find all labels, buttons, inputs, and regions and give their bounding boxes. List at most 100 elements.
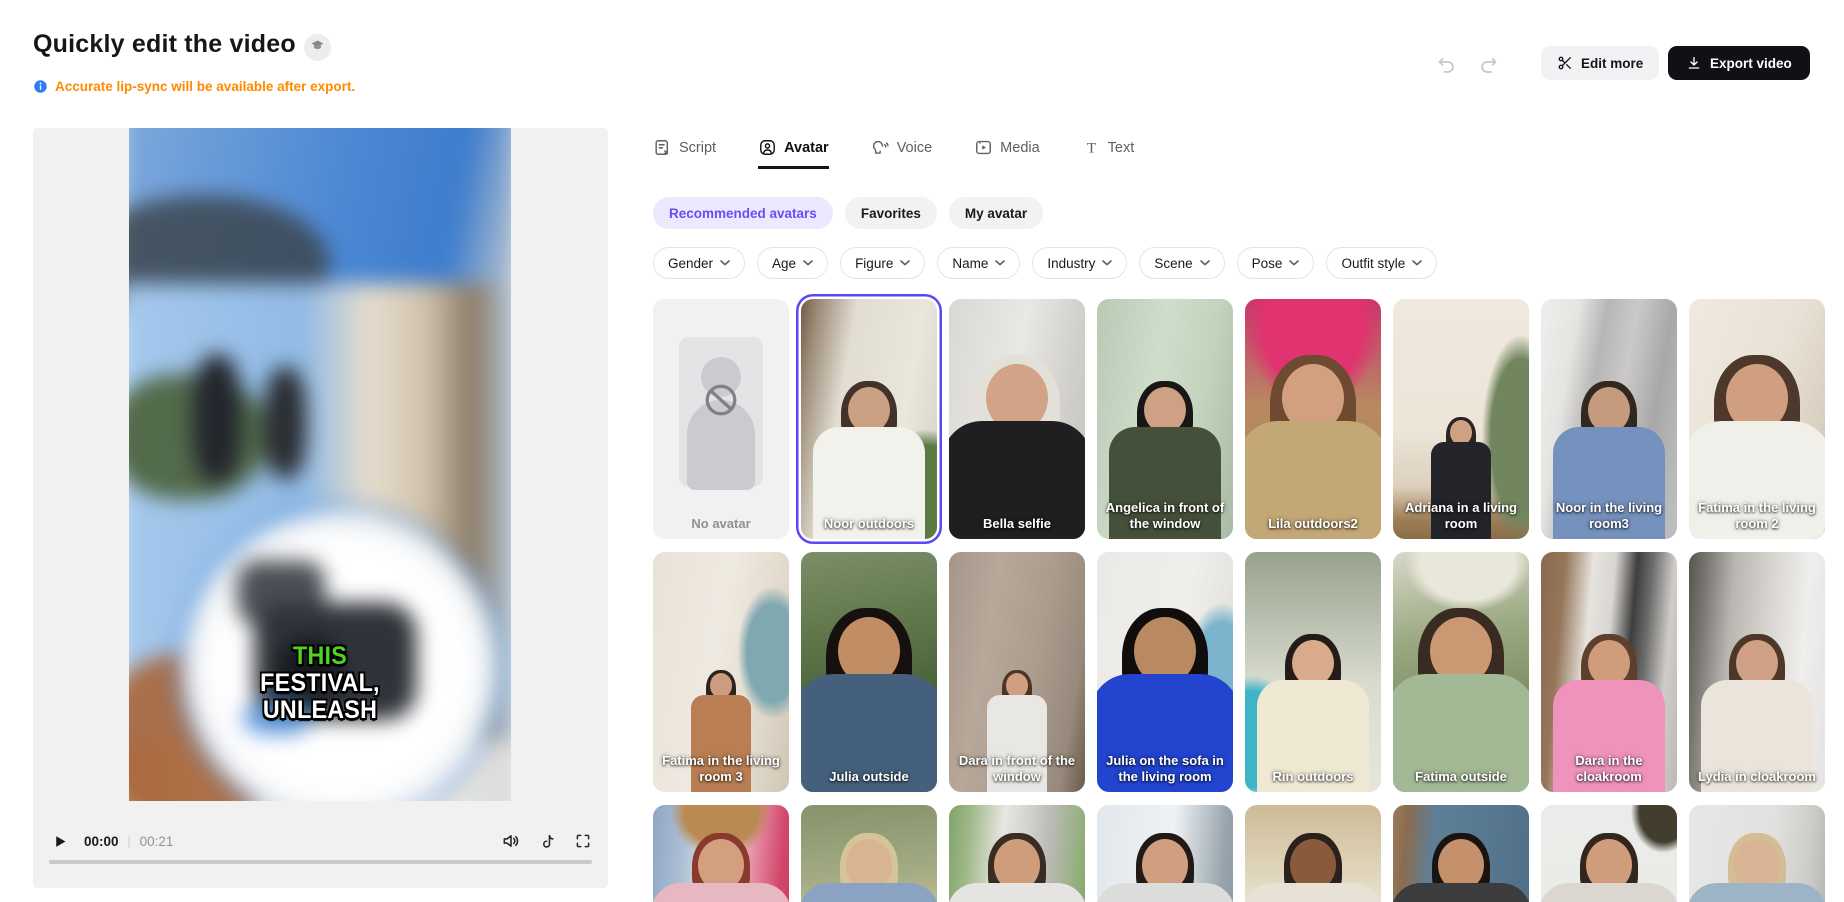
avatar-card-partial[interactable] [653, 805, 789, 902]
avatar-photo [1393, 805, 1529, 902]
avatar-card-julia-on-the-sofa-in-the-living-room[interactable]: Julia on the sofa in the living room [1097, 552, 1233, 792]
time-divider: | [128, 834, 131, 848]
avatar-person [1097, 833, 1233, 902]
chip-my-avatar[interactable]: My avatar [949, 197, 1043, 229]
tab-voice[interactable]: Voice [871, 138, 932, 169]
voice-icon [871, 138, 890, 157]
notice-text: Accurate lip-sync will be available afte… [55, 79, 355, 94]
avatar-card-fatima-outside[interactable]: Fatima outside [1393, 552, 1529, 792]
avatar-photo [1245, 552, 1381, 792]
avatar-card-partial[interactable] [1689, 805, 1825, 902]
filter-label: Outfit style [1341, 256, 1405, 271]
avatar-card-dara-in-the-cloakroom[interactable]: Dara in the cloakroom [1541, 552, 1677, 792]
avatar-card-lydia-in-cloakroom[interactable]: Lydia in cloakroom [1689, 552, 1825, 792]
avatar-photo [949, 805, 1085, 902]
avatar-card-noor-outdoors[interactable]: Noor outdoors [801, 299, 937, 539]
edit-more-button[interactable]: Edit more [1541, 46, 1659, 80]
media-icon [974, 138, 993, 157]
avatar-card-lila-outdoors2[interactable]: Lila outdoors2 [1245, 299, 1381, 539]
filter-label: Figure [855, 256, 893, 271]
avatar-grid: No avatar Noor outdoors Bella selfie Angeli… [653, 299, 1825, 902]
avatar-card-partial[interactable] [1245, 805, 1381, 902]
avatar-person [1245, 355, 1381, 539]
avatar-card-partial[interactable] [1541, 805, 1677, 902]
filter-scene[interactable]: Scene [1139, 247, 1224, 279]
avatar-person [653, 833, 789, 902]
avatar-card-no-avatar[interactable]: No avatar [653, 299, 789, 539]
avatar-card-bella-selfie[interactable]: Bella selfie [949, 299, 1085, 539]
avatar-card-partial[interactable] [801, 805, 937, 902]
video-preview[interactable]: THISFESTIVAL,UNLEASH [129, 128, 511, 801]
avatar-label: Fatima in the living room 2 [1693, 500, 1821, 532]
filter-label: Industry [1047, 256, 1095, 271]
filter-gender[interactable]: Gender [653, 247, 745, 279]
avatar-label: Rin outdoors [1249, 769, 1377, 785]
graduation-cap-icon[interactable] [304, 34, 331, 61]
volume-icon[interactable] [501, 831, 521, 851]
tab-label: Avatar [784, 140, 829, 156]
avatar-person [1689, 833, 1825, 902]
avatar-card-julia-outside[interactable]: Julia outside [801, 552, 937, 792]
chevron-down-icon [803, 260, 813, 266]
avatar-person [949, 833, 1085, 902]
avatar-label: Fatima in the living room 3 [657, 753, 785, 785]
tab-label: Voice [897, 140, 932, 156]
tab-text[interactable]: TText [1082, 138, 1135, 169]
video-caption: THISFESTIVAL,UNLEASH [142, 643, 497, 724]
tab-label: Script [679, 140, 716, 156]
avatar-card-partial[interactable] [1393, 805, 1529, 902]
avatar-person [1393, 833, 1529, 902]
filter-label: Age [772, 256, 796, 271]
chip-favorites[interactable]: Favorites [845, 197, 937, 229]
filter-label: Name [952, 256, 988, 271]
undo-button[interactable] [1434, 52, 1458, 76]
avatar-label: Lydia in cloakroom [1693, 769, 1821, 785]
filter-name[interactable]: Name [937, 247, 1020, 279]
avatar-label: Noor outdoors [805, 516, 933, 532]
avatar-photo [801, 552, 937, 792]
tab-avatar[interactable]: Avatar [758, 138, 829, 169]
avatar-card-partial[interactable] [949, 805, 1085, 902]
filter-outfit-style[interactable]: Outfit style [1326, 247, 1437, 279]
avatar-card-fatima-in-the-living-room-3[interactable]: Fatima in the living room 3 [653, 552, 789, 792]
filter-pose[interactable]: Pose [1237, 247, 1315, 279]
caption-line: FESTIVAL, [142, 670, 497, 697]
tab-media[interactable]: Media [974, 138, 1040, 169]
avatar-card-adriana-in-a-living-room[interactable]: Adriana in a living room [1393, 299, 1529, 539]
progress-bar[interactable] [49, 860, 592, 864]
avatar-photo [1097, 805, 1233, 902]
chevron-down-icon [1200, 260, 1210, 266]
fullscreen-icon[interactable] [574, 832, 592, 850]
caption-line: THIS [142, 643, 497, 670]
avatar-card-rin-outdoors[interactable]: Rin outdoors [1245, 552, 1381, 792]
play-button[interactable] [49, 830, 71, 852]
avatar-label: Dara in the cloakroom [1545, 753, 1673, 785]
avatar-card-fatima-in-the-living-room-2[interactable]: Fatima in the living room 2 [1689, 299, 1825, 539]
tiktok-icon[interactable] [538, 832, 557, 851]
chip-recommended[interactable]: Recommended avatars [653, 197, 833, 229]
filter-label: Scene [1154, 256, 1192, 271]
filter-label: Gender [668, 256, 713, 271]
filter-industry[interactable]: Industry [1032, 247, 1127, 279]
filter-age[interactable]: Age [757, 247, 828, 279]
filter-figure[interactable]: Figure [840, 247, 925, 279]
scissors-icon [1557, 55, 1573, 71]
avatar-card-angelica-in-front-of-the-window[interactable]: Angelica in front of the window [1097, 299, 1233, 539]
avatar-label: Lila outdoors2 [1249, 516, 1377, 532]
export-video-button[interactable]: Export video [1668, 46, 1810, 80]
avatar-label: Adriana in a living room [1397, 500, 1525, 532]
avatar-card-partial[interactable] [1097, 805, 1233, 902]
avatar-card-noor-in-the-living-room3[interactable]: Noor in the living room3 [1541, 299, 1677, 539]
avatar-label: Julia on the sofa in the living room [1101, 753, 1229, 785]
avatar-person [949, 355, 1085, 539]
tab-label: Text [1108, 140, 1135, 156]
avatar-icon [758, 138, 777, 157]
avatar-card-dara-in-front-of-the-window[interactable]: Dara in front of the window [949, 552, 1085, 792]
avatar-label: Bella selfie [953, 516, 1081, 532]
avatar-person [801, 608, 937, 792]
duration: 00:21 [140, 834, 174, 849]
tab-script[interactable]: Script [653, 138, 716, 169]
redo-button[interactable] [1476, 52, 1500, 76]
info-icon [33, 79, 48, 94]
avatar-label: Angelica in front of the window [1101, 500, 1229, 532]
